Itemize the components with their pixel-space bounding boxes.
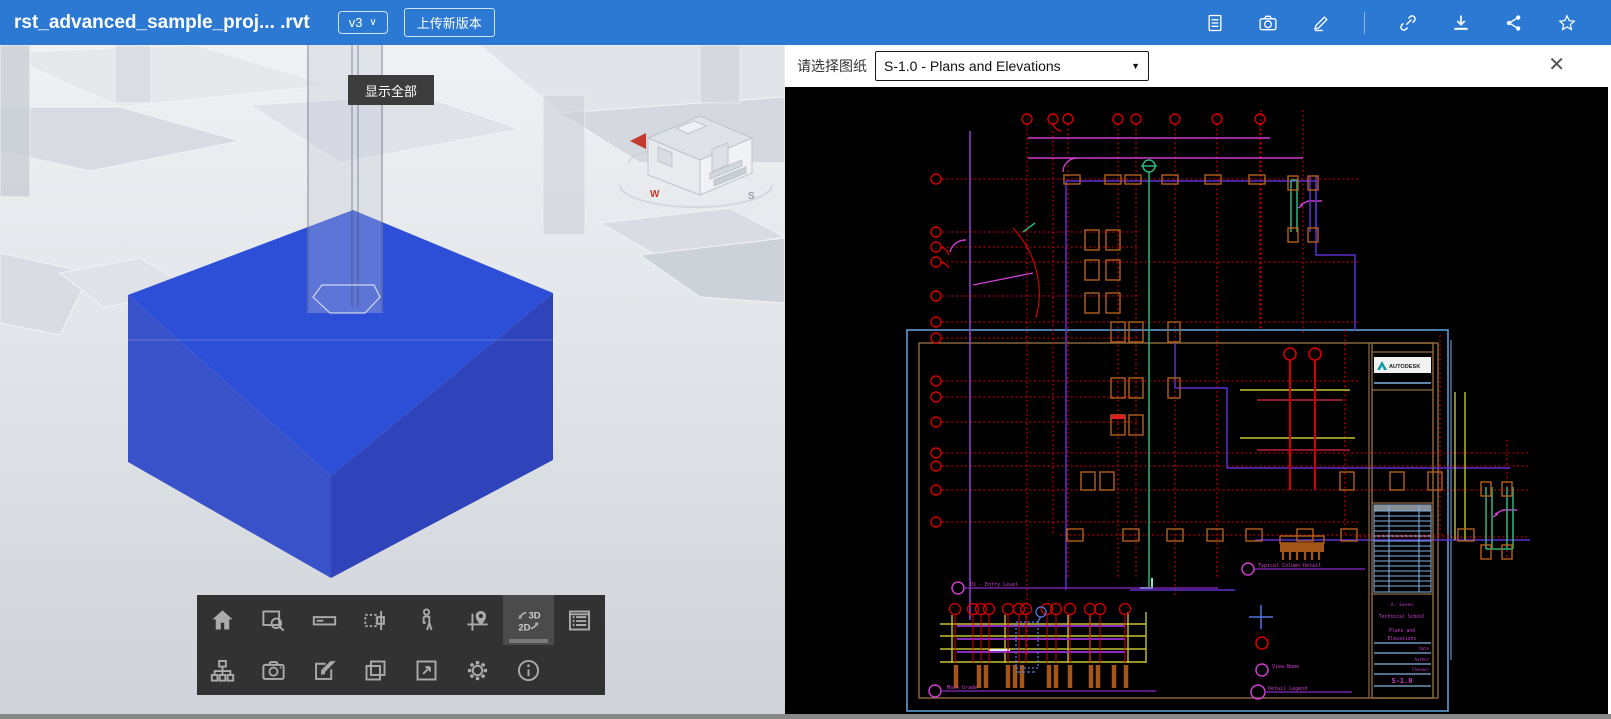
show-all-tooltip: 显示全部 [348,75,434,105]
camera-icon[interactable] [1258,13,1278,33]
svg-text:3D: 3D [529,610,541,621]
snapshot-button[interactable] [248,645,299,695]
svg-text:Author: Author [1415,657,1430,662]
header-separator [1364,12,1365,34]
measure-button[interactable] [299,595,350,645]
walk-button[interactable] [401,595,452,645]
markup-button[interactable] [299,645,350,695]
selected-sheet-name: S-1.0 - Plans and Elevations [884,58,1061,74]
svg-text:A. Seven: A. Seven [1391,602,1413,608]
main-grade-label: Main Grade [947,685,977,691]
model-tree-button[interactable] [197,645,248,695]
model-3d-viewport[interactable]: N E W S 显示全部 [0,45,785,714]
compare-views-button[interactable] [350,645,401,695]
entry-level-label: 01 - Entry Level [970,582,1018,588]
chevron-down-icon: ∨ [369,17,376,28]
fullscreen-button[interactable] [401,645,452,695]
compass-w: W [650,189,660,200]
info-button[interactable] [503,645,554,695]
compass-s: S [748,191,755,202]
viewer-toolbar: 3D 2D [197,595,605,695]
sheet-select-dropdown[interactable]: S-1.0 - Plans and Elevations ▼ [875,51,1149,81]
star-icon[interactable] [1557,13,1577,33]
close-panel-button[interactable]: ✕ [1548,55,1565,75]
zoom-window-button[interactable] [248,595,299,645]
settings-button[interactable] [452,645,503,695]
pen-icon[interactable] [1311,13,1331,33]
detail-legend-label: Detail Legend [1268,686,1307,692]
header-icon-bar [1205,0,1577,45]
document-list-icon[interactable] [1205,13,1225,33]
cad-sheet-svg: 01 - Entry Level Main Grade Typical Colu… [785,87,1611,714]
autodesk-logo-text: AUTODESK [1389,364,1420,370]
schedule-table [1374,505,1431,592]
share-icon[interactable] [1504,13,1524,33]
sheet-drawing-canvas[interactable]: 01 - Entry Level Main Grade Typical Colu… [785,87,1611,714]
svg-text:Date: Date [1419,646,1429,651]
app-header: rst_advanced_sample_proj... .rvt v3 ∨ 上传… [0,0,1611,45]
svg-text:Technical School: Technical School [1379,614,1425,620]
version-label: v3 [349,15,363,30]
properties-list-button[interactable] [554,595,605,645]
title-block: AUTODESK A. Seven Technical School Plans… [1369,343,1433,698]
svg-text:Checker: Checker [1412,667,1429,672]
sheet-number: S-1.0 [1391,677,1412,685]
dropdown-arrow-icon: ▼ [1131,61,1140,71]
toggle-3d-2d-button[interactable]: 3D 2D [503,595,554,645]
upload-new-version-button[interactable]: 上传新版本 [404,8,495,37]
svg-text:Plans and: Plans and [1389,628,1415,634]
svg-text:2D: 2D [518,622,530,633]
view-name-label: View Name [1272,664,1299,670]
sheet-select-label: 请选择图纸 [797,56,867,76]
download-icon[interactable] [1451,13,1471,33]
home-button[interactable] [197,595,248,645]
minimap-pin-button[interactable] [452,595,503,645]
section-button[interactable] [350,595,401,645]
file-title: rst_advanced_sample_proj... .rvt [14,12,310,34]
link-icon[interactable] [1398,13,1418,33]
typical-column-detail-label: Typical Column Detail [1258,563,1321,569]
sheet-panel-header: 请选择图纸 S-1.0 - Plans and Elevations ▼ [785,45,1611,87]
version-dropdown[interactable]: v3 ∨ [338,11,388,34]
svg-text:Elevations: Elevations [1388,636,1417,642]
